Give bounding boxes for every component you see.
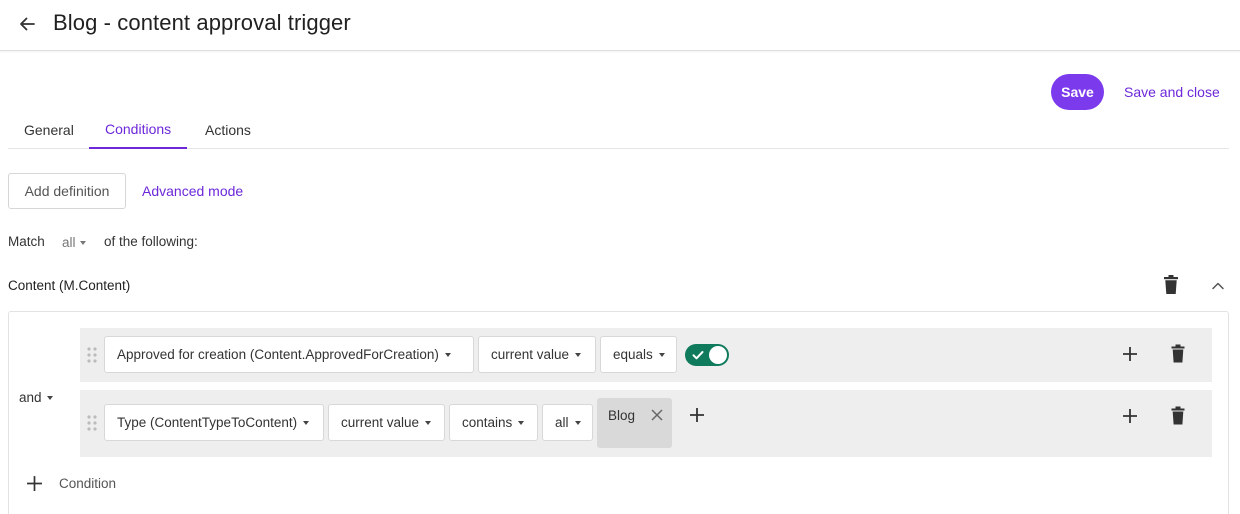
value-type-select[interactable]: current value [478, 336, 596, 373]
caret-down-icon [46, 395, 53, 400]
tab-conditions[interactable]: Conditions [89, 110, 188, 149]
chevron-up-icon[interactable] [1208, 276, 1228, 296]
page-header: Blog - content approval trigger [0, 0, 1240, 51]
tab-bar: General Conditions Actions [8, 110, 1229, 149]
operator-select[interactable]: equals [600, 336, 677, 373]
tab-actions[interactable]: Actions [189, 110, 267, 149]
row-trash-icon[interactable] [1170, 344, 1186, 364]
field-select-value: Type (ContentTypeToContent) [117, 415, 298, 430]
add-condition-button[interactable]: Condition [26, 475, 116, 492]
save-and-close-button[interactable]: Save and close [1124, 84, 1220, 100]
value-type-value: current value [491, 347, 570, 362]
drag-handle-icon[interactable] [86, 346, 98, 364]
tab-general[interactable]: General [8, 110, 90, 149]
field-select-value: Approved for creation (Content.ApprovedF… [117, 347, 439, 362]
operator-value: contains [462, 415, 513, 430]
value-tag: Blog [597, 398, 672, 448]
add-value-plus-icon[interactable] [689, 407, 705, 423]
close-icon[interactable] [650, 408, 664, 422]
match-label: Match [8, 234, 45, 249]
field-select[interactable]: Approved for creation (Content.ApprovedF… [104, 336, 474, 373]
caret-down-icon [444, 352, 451, 357]
condition-row: Type (ContentTypeToContent) current valu… [80, 390, 1212, 457]
add-row-plus-icon[interactable] [1122, 408, 1138, 424]
drag-handle-icon[interactable] [86, 414, 98, 432]
caret-down-icon [79, 240, 86, 245]
caret-down-icon [574, 420, 581, 425]
row-trash-icon[interactable] [1170, 406, 1186, 426]
logic-operator-value: and [19, 390, 42, 405]
match-suffix-label: of the following: [104, 234, 198, 249]
caret-down-icon [425, 420, 432, 425]
operator-value: equals [613, 347, 653, 362]
advanced-mode-link[interactable]: Advanced mode [142, 183, 243, 199]
operator-select[interactable]: contains [449, 404, 538, 441]
add-definition-button[interactable]: Add definition [8, 173, 126, 209]
toggle-knob [709, 346, 727, 364]
quantifier-value: all [555, 415, 569, 430]
add-condition-label: Condition [59, 476, 117, 491]
condition-row: Approved for creation (Content.ApprovedF… [80, 328, 1212, 382]
match-mode-select[interactable]: all [62, 235, 86, 250]
checkmark-icon [692, 351, 704, 360]
value-type-select[interactable]: current value [328, 404, 445, 441]
value-tag-label: Blog [608, 408, 636, 423]
logic-operator-select[interactable]: and [19, 390, 53, 405]
value-toggle[interactable] [685, 344, 729, 366]
back-arrow-icon[interactable] [14, 11, 40, 37]
section-title: Content (M.Content) [8, 278, 131, 293]
page-title: Blog - content approval trigger [53, 10, 351, 35]
match-mode-value: all [62, 235, 76, 250]
caret-down-icon [303, 420, 310, 425]
save-button[interactable]: Save [1051, 74, 1104, 110]
value-type-value: current value [341, 415, 420, 430]
add-row-plus-icon[interactable] [1122, 346, 1138, 362]
caret-down-icon [575, 352, 582, 357]
plus-icon [27, 476, 42, 491]
caret-down-icon [658, 352, 665, 357]
field-select[interactable]: Type (ContentTypeToContent) [104, 404, 324, 441]
quantifier-select[interactable]: all [542, 404, 593, 441]
section-trash-icon[interactable] [1161, 274, 1181, 296]
caret-down-icon [518, 420, 525, 425]
